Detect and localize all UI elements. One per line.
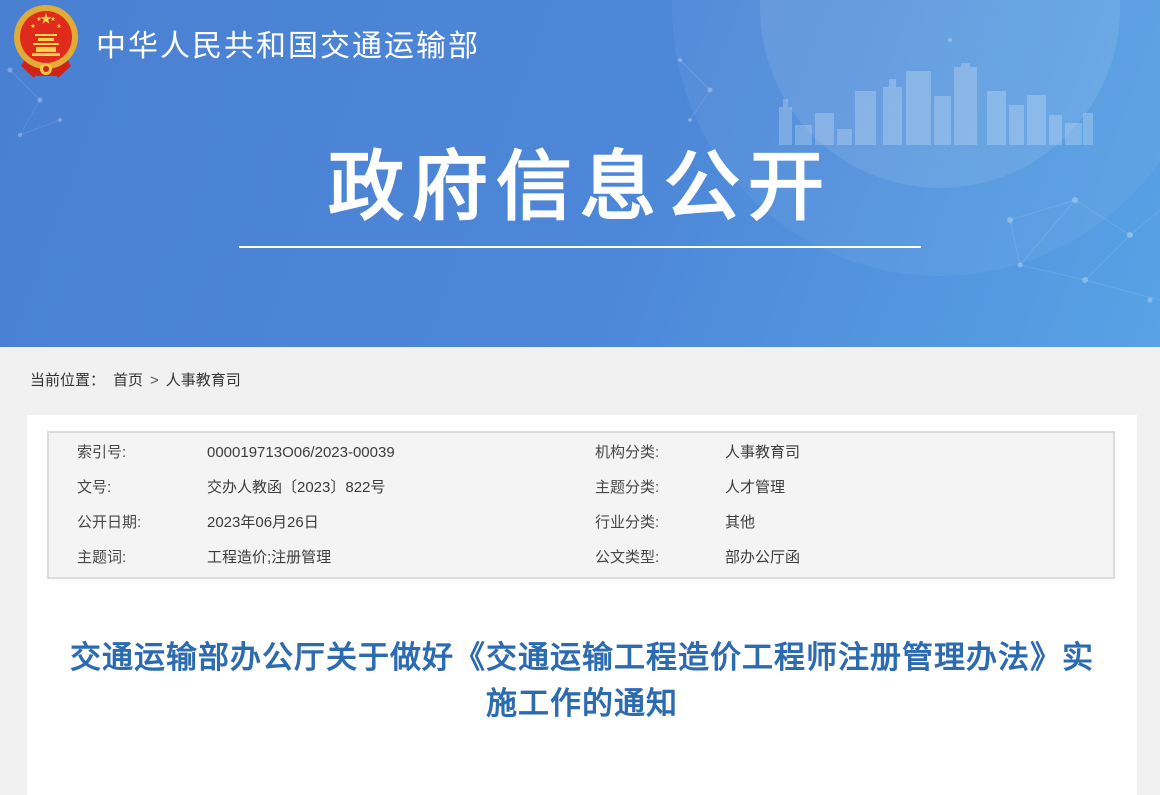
info-value: 人才管理 — [725, 470, 1113, 505]
info-label: 行业分类: — [595, 505, 725, 540]
info-label: 主题词: — [77, 540, 207, 575]
info-value: 部办公厅函 — [725, 540, 1113, 575]
info-value: 工程造价;注册管理 — [207, 540, 595, 575]
breadcrumb-home-link[interactable]: 首页 — [113, 372, 143, 389]
info-value: 交办人教函〔2023〕822号 — [207, 470, 595, 505]
article-title: 交通运输部办公厅关于做好《交通运输工程造价工程师注册管理办法》实施工作的通知 — [57, 635, 1107, 727]
info-value: 000019713O06/2023-00039 — [207, 435, 595, 470]
doc-info-row: 公开日期: 2023年06月26日 行业分类: 其他 — [49, 505, 1113, 540]
breadcrumb-label: 当前位置： — [30, 372, 105, 389]
city-skyline-graphic — [775, 63, 1095, 148]
banner-title: 政府信息公开 — [0, 142, 1160, 233]
breadcrumb: 当前位置： 首页 > 人事教育司 — [0, 347, 1160, 387]
banner-underline — [239, 246, 921, 248]
page: 中华人民共和国交通运输部 政府信息公开 当前位置： 首页 > 人事教育司 索引号: 0… — [0, 0, 1160, 795]
doc-info-row: 主题词: 工程造价;注册管理 公文类型: 部办公厅函 — [49, 540, 1113, 575]
info-label: 公开日期: — [77, 505, 207, 540]
national-emblem-icon — [12, 3, 80, 79]
doc-info-table: 索引号: 000019713O06/2023-00039 机构分类: 人事教育司… — [47, 431, 1115, 579]
breadcrumb-separator: > — [150, 372, 159, 389]
info-value: 其他 — [725, 505, 1113, 540]
content-card: 索引号: 000019713O06/2023-00039 机构分类: 人事教育司… — [27, 415, 1137, 795]
info-value: 人事教育司 — [725, 435, 1113, 470]
info-label: 公文类型: — [595, 540, 725, 575]
doc-info-row: 索引号: 000019713O06/2023-00039 机构分类: 人事教育司 — [49, 435, 1113, 470]
breadcrumb-dept-link[interactable]: 人事教育司 — [166, 372, 241, 389]
info-label: 机构分类: — [595, 435, 725, 470]
site-title: 中华人民共和国交通运输部 — [96, 21, 480, 65]
info-label: 索引号: — [77, 435, 207, 470]
info-label: 主题分类: — [595, 470, 725, 505]
site-brand[interactable]: 中华人民共和国交通运输部 — [12, 3, 480, 79]
banner: 中华人民共和国交通运输部 政府信息公开 — [0, 0, 1160, 347]
info-label: 文号: — [77, 470, 207, 505]
banner-heading-block: 政府信息公开 — [0, 142, 1160, 248]
doc-info-row: 文号: 交办人教函〔2023〕822号 主题分类: 人才管理 — [49, 470, 1113, 505]
info-value: 2023年06月26日 — [207, 505, 595, 540]
